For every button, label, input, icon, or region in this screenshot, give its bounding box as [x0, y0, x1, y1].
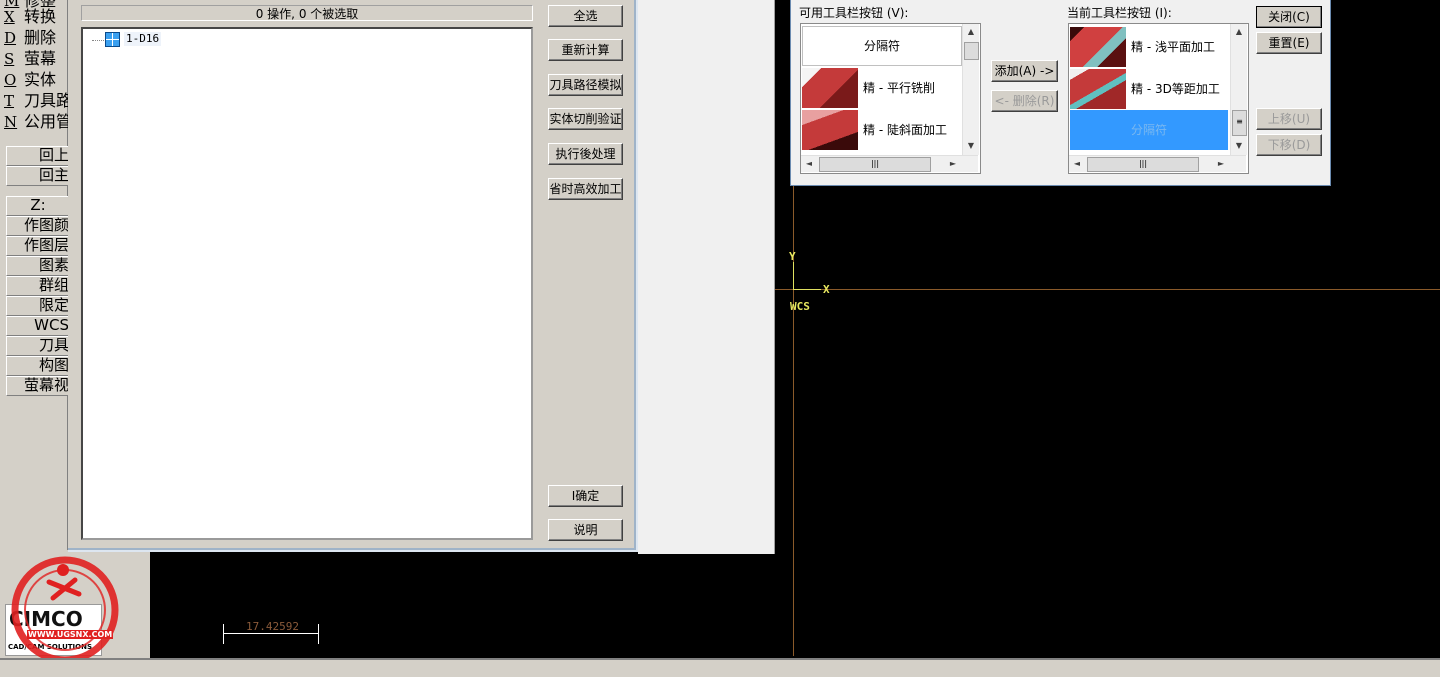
available-buttons-label: 可用工具栏按钮 (V):: [799, 6, 909, 20]
add-button[interactable]: 添加(A) ->: [991, 60, 1058, 82]
current-list-vscrollbar[interactable]: ▲ ≡ ▼: [1230, 24, 1247, 155]
gview-button[interactable]: 萤幕视: [6, 376, 69, 396]
current-buttons-list[interactable]: 精 - 浅平面加工 精 - 3D等距加工 分隔符 ▲ ≡ ▼ ◄ ||| ►: [1068, 23, 1249, 174]
wcs-y-label: Y: [789, 250, 796, 263]
current-buttons-label: 当前工具栏按钮 (I):: [1067, 6, 1172, 20]
close-button[interactable]: 关闭(C): [1256, 6, 1322, 28]
x-axis-line: [775, 289, 1440, 290]
move-up-button[interactable]: 上移(U): [1256, 108, 1322, 130]
scroll-right-arrow-icon[interactable]: ►: [1213, 156, 1229, 172]
scroll-up-arrow-icon[interactable]: ▲: [963, 24, 979, 40]
list-item-selected[interactable]: 分隔符: [1070, 110, 1228, 150]
attributes-button[interactable]: 图素: [6, 256, 69, 276]
available-list-hscrollbar[interactable]: ◄ ||| ►: [801, 155, 978, 172]
color-button[interactable]: 作图颜: [6, 216, 69, 236]
scroll-left-arrow-icon[interactable]: ◄: [1069, 156, 1085, 172]
scroll-thumb[interactable]: |||: [819, 157, 931, 172]
select-all-button[interactable]: 全选: [548, 5, 623, 27]
steep-finish-icon: [802, 110, 858, 150]
scroll-thumb[interactable]: [964, 42, 979, 60]
toolbar-customize-dialog: 可用工具栏按钮 (V): 当前工具栏按钮 (I): 分隔符 精 - 平行铣削 精…: [790, 0, 1331, 186]
operations-manager: 0 操作, 0 个被选取 1-D16 全选 重新计算 刀具路径模拟 实体切削验证…: [68, 0, 638, 552]
wcs-button[interactable]: WCS: [6, 316, 69, 336]
ok-button[interactable]: I确定: [548, 485, 623, 507]
scale-value: 17.42592: [246, 620, 299, 633]
tree-item-label[interactable]: 1-D16: [124, 32, 162, 46]
tree-connector: [92, 40, 104, 41]
backplot-button[interactable]: 刀具路径模拟: [548, 74, 623, 96]
scroll-right-arrow-icon[interactable]: ►: [945, 156, 961, 172]
status-bar: [0, 658, 1440, 677]
groups-button[interactable]: 群组: [6, 276, 69, 296]
scroll-left-arrow-icon[interactable]: ◄: [801, 156, 817, 172]
menu-item-nc-utils[interactable]: N 公用管: [4, 111, 70, 132]
scroll-down-arrow-icon[interactable]: ▼: [1231, 138, 1247, 154]
scale-bar-left-tick: [223, 624, 224, 644]
regenerate-button[interactable]: 重新计算: [548, 39, 623, 61]
scroll-down-arrow-icon[interactable]: ▼: [963, 138, 979, 154]
mask-button[interactable]: 限定: [6, 296, 69, 316]
scale-bar: [223, 633, 319, 634]
menu-item-screen[interactable]: S 萤幕: [4, 48, 70, 69]
machine-group-icon: [105, 32, 120, 47]
post-button[interactable]: 执行後处理: [548, 143, 623, 165]
shallow-finish-icon: [1070, 27, 1126, 67]
list-item[interactable]: 分隔符: [802, 26, 962, 66]
list-item[interactable]: 精 - 3D等距加工: [1069, 68, 1229, 110]
list-item[interactable]: 精 - 陡斜面加工: [801, 109, 961, 151]
menu-item-xform[interactable]: X 转换: [4, 6, 70, 27]
level-button[interactable]: 作图层: [6, 236, 69, 256]
operation-status-text: 0 操作, 0 个被选取: [81, 5, 533, 21]
operations-tree[interactable]: 1-D16: [81, 27, 533, 540]
main-menu-panel: M 修整 X 转换 D 删除 S 萤幕 O 实体 T 刀具路 N 公用管 回上 回主 Z: 作…: [0, 0, 70, 560]
reset-button[interactable]: 重置(E): [1256, 32, 1322, 54]
current-list-hscrollbar[interactable]: ◄ ||| ►: [1069, 155, 1246, 172]
wcs-x-arm: [793, 289, 821, 290]
cplane-button[interactable]: 构图: [6, 356, 69, 376]
scroll-thumb[interactable]: |||: [1087, 157, 1199, 172]
watermark-url: WWW.UGSNX.COM: [27, 630, 114, 639]
menu-item-solids[interactable]: O 实体: [4, 69, 70, 90]
back-up-button[interactable]: 回上: [6, 146, 69, 166]
tplane-button[interactable]: 刀具: [6, 336, 69, 356]
3d-offset-finish-icon: [1070, 69, 1126, 109]
remove-button[interactable]: <- 删除(R): [991, 90, 1058, 112]
list-item[interactable]: 精 - 平行铣削: [801, 67, 961, 109]
available-buttons-list[interactable]: 分隔符 精 - 平行铣削 精 - 陡斜面加工 ▲ ▼ ◄ ||| ►: [800, 23, 981, 174]
move-down-button[interactable]: 下移(D): [1256, 134, 1322, 156]
wcs-label: WCS: [790, 300, 810, 313]
scale-bar-right-tick: [318, 624, 319, 644]
scroll-thumb[interactable]: ≡: [1232, 110, 1247, 136]
watermark-seal-icon: [11, 556, 119, 662]
cimco-logo: CIMCO CAD/CAM SOLUTIONS WWW.UGSNX.COM: [5, 552, 135, 662]
menu-item-delete[interactable]: D 删除: [4, 27, 70, 48]
main-menu-button[interactable]: 回主: [6, 166, 69, 186]
background-panel: [638, 0, 775, 554]
wcs-y-arm: [793, 262, 794, 290]
parallel-finish-icon: [802, 68, 858, 108]
menu-item-toolpaths[interactable]: T 刀具路: [4, 90, 70, 111]
z-depth-button[interactable]: Z:: [6, 196, 69, 216]
list-item[interactable]: 精 - 浅平面加工: [1069, 26, 1229, 68]
help-button[interactable]: 说明: [548, 519, 623, 541]
available-list-vscrollbar[interactable]: ▲ ▼: [962, 24, 979, 155]
verify-button[interactable]: 实体切削验证: [548, 108, 623, 130]
scroll-up-arrow-icon[interactable]: ▲: [1231, 24, 1247, 40]
high-speed-button[interactable]: 省时高效加工: [548, 178, 623, 200]
wcs-x-label: X: [823, 283, 830, 296]
